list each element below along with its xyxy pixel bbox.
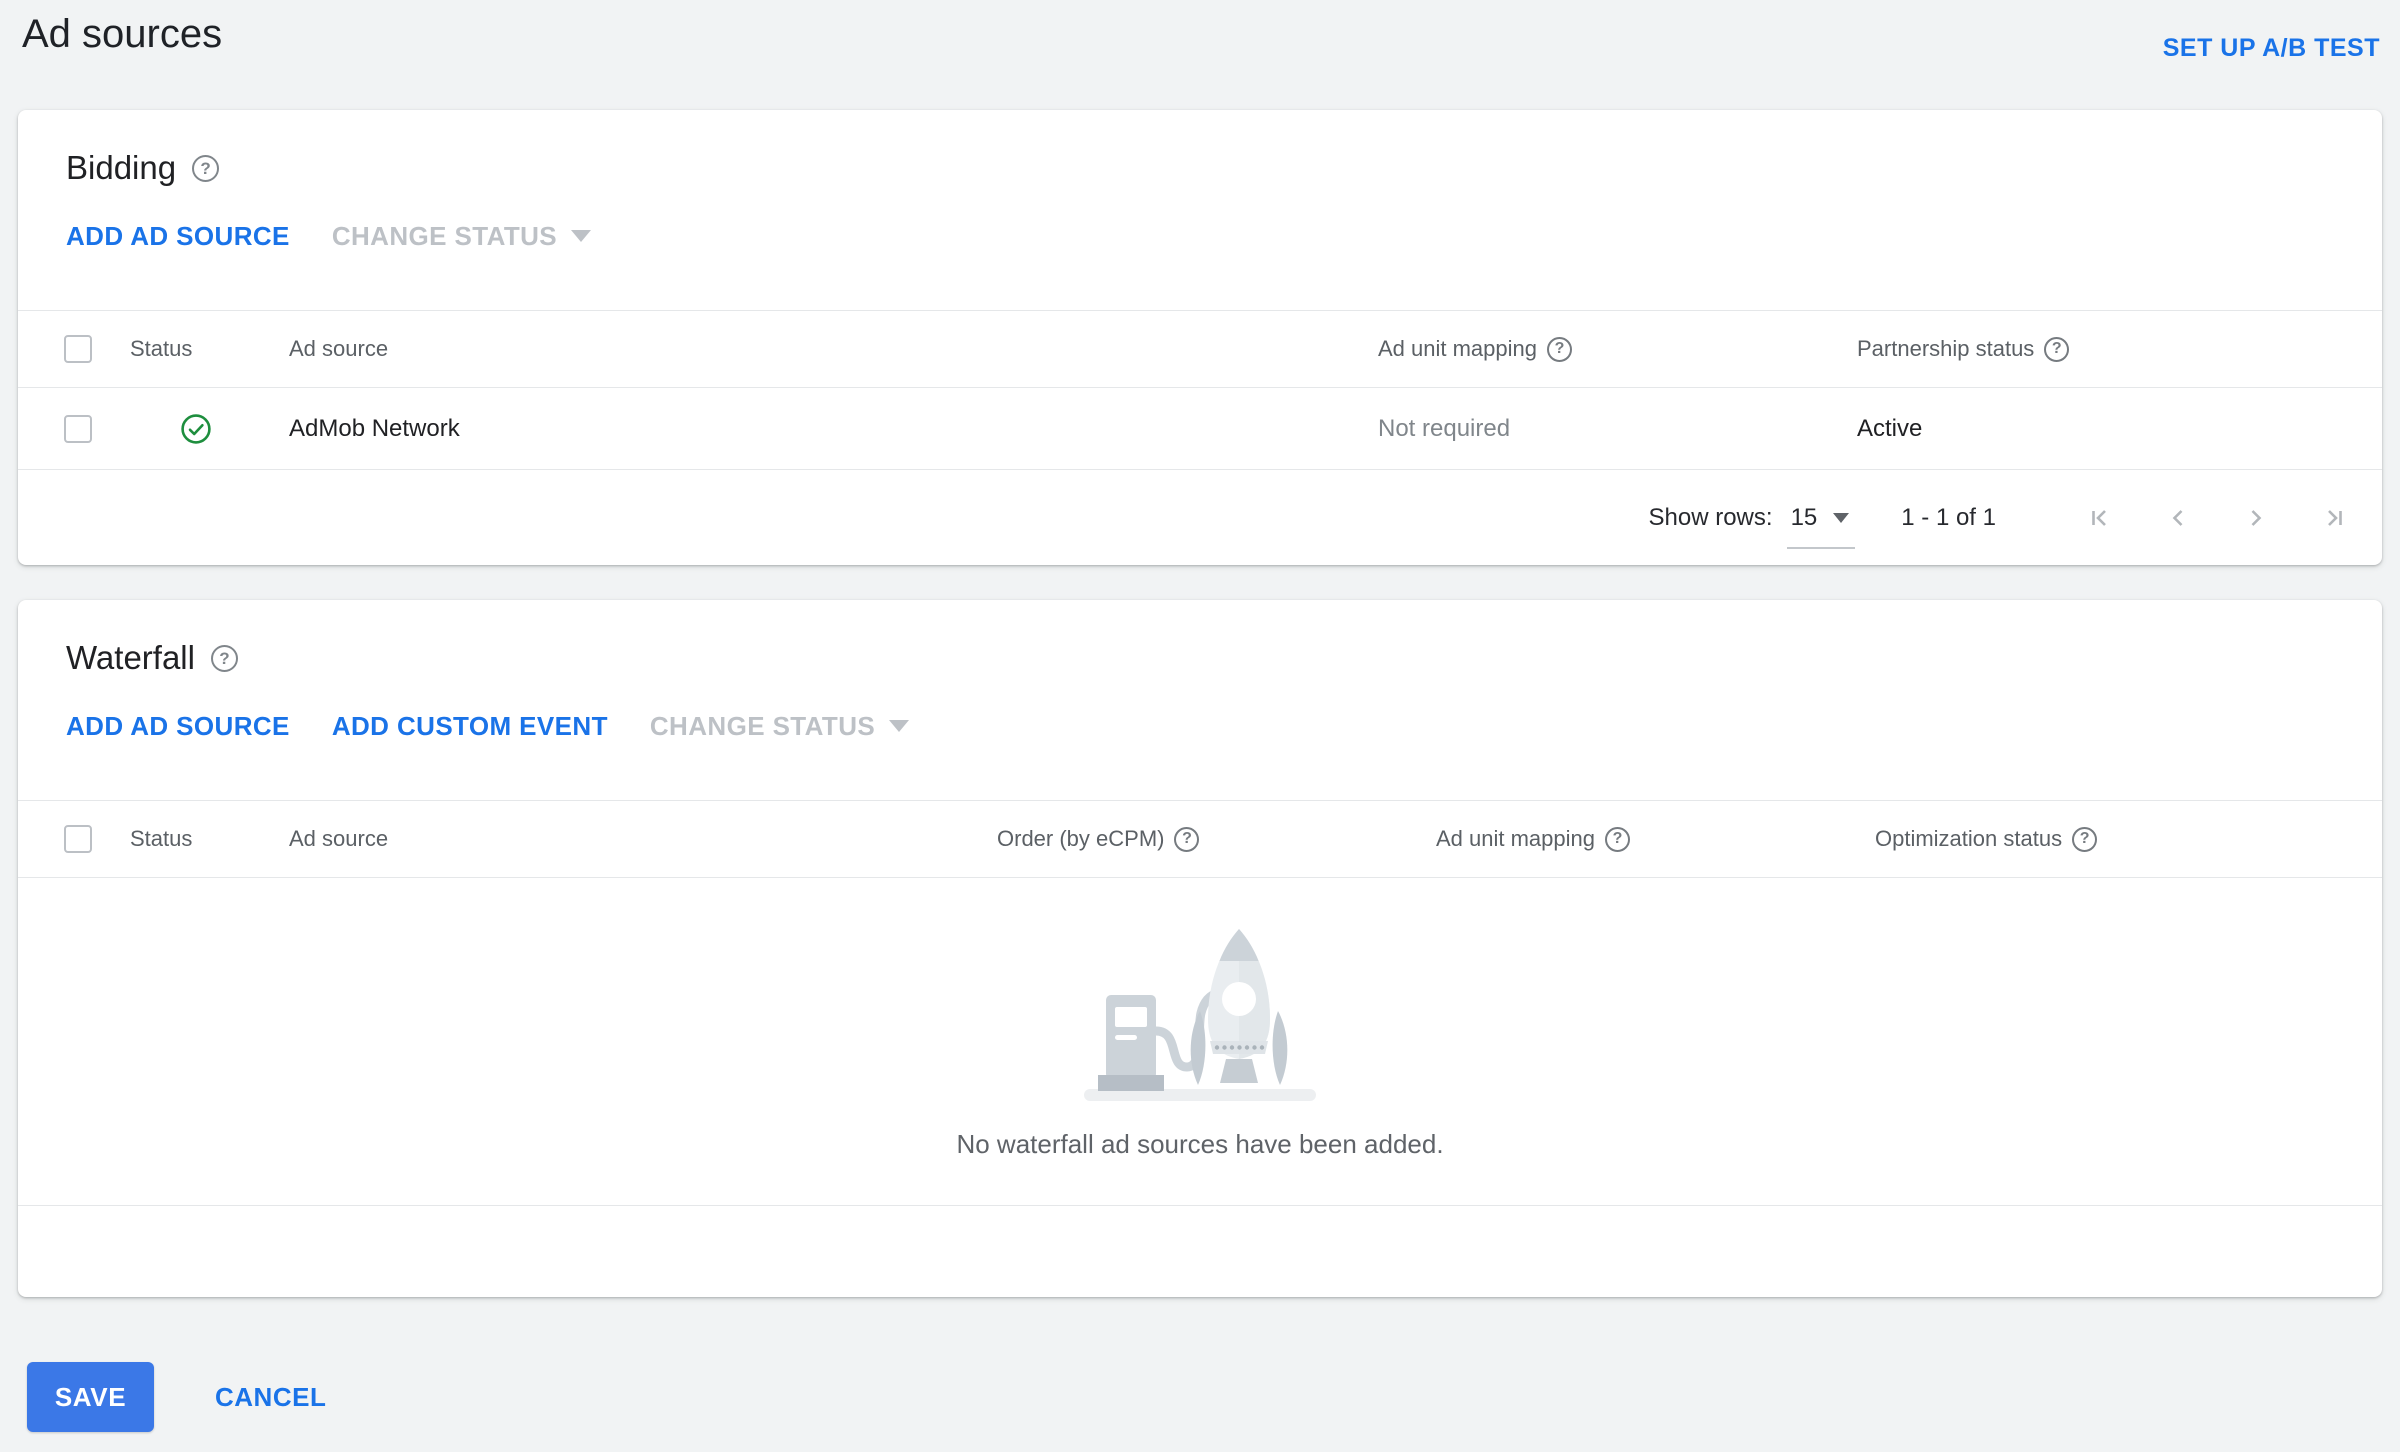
waterfall-col-status: Status <box>130 826 193 851</box>
ad-unit-mapping-help-icon[interactable]: ? <box>1547 336 1572 362</box>
waterfall-change-status-button[interactable]: CHANGE STATUS <box>649 710 910 742</box>
waterfall-title-text: Waterfall <box>66 639 195 676</box>
waterfall-empty-state: No waterfall ad sources have been added. <box>18 878 2382 1206</box>
waterfall-help-icon[interactable]: ? <box>210 644 238 672</box>
rocket-fueling-illustration <box>1084 929 1316 1101</box>
waterfall-col-order-label: Order (by eCPM) <box>997 826 1165 851</box>
waterfall-section-title: Waterfall ? <box>66 636 2334 680</box>
waterfall-col-ad-unit-mapping-label: Ad unit mapping <box>1436 826 1595 851</box>
bidding-col-partnership-status: Partnership status ? <box>1857 336 2382 362</box>
waterfall-card: Waterfall ? ADD AD SOURCE ADD CUSTOM EVE… <box>18 600 2382 1297</box>
bidding-col-ad-unit-mapping-label: Ad unit mapping <box>1378 336 1537 361</box>
optimization-status-help-icon[interactable]: ? <box>2072 826 2098 852</box>
top-bar: Ad sources SET UP A/B TEST <box>0 0 2400 63</box>
waterfall-actions: ADD AD SOURCE ADD CUSTOM EVENT CHANGE ST… <box>66 706 2334 746</box>
bidding-table-header: Status Ad source Ad unit mapping ? Partn… <box>18 310 2382 388</box>
active-check-icon <box>181 413 211 444</box>
table-row: AdMob Network Not required Active <box>18 388 2382 470</box>
waterfall-add-ad-source-button[interactable]: ADD AD SOURCE <box>66 711 290 742</box>
page-title: Ad sources <box>22 12 223 56</box>
waterfall-change-status-label: CHANGE STATUS <box>649 710 876 741</box>
waterfall-col-ad-source: Ad source <box>289 826 389 851</box>
bidding-col-status: Status <box>130 336 193 361</box>
waterfall-footer-space <box>18 1206 2382 1298</box>
bidding-title-text: Bidding <box>66 149 177 186</box>
bidding-col-ad-unit-mapping: Ad unit mapping ? <box>1378 336 1857 362</box>
waterfall-add-custom-event-button[interactable]: ADD CUSTOM EVENT <box>332 711 608 742</box>
bidding-change-status-label: CHANGE STATUS <box>331 220 558 251</box>
rows-per-page-select[interactable]: 15 <box>1786 503 1855 549</box>
bidding-select-all-checkbox[interactable] <box>64 335 92 363</box>
bidding-actions: ADD AD SOURCE CHANGE STATUS <box>66 216 2334 256</box>
row-partnership-status: Active <box>1857 414 1923 442</box>
bidding-col-ad-source: Ad source <box>289 336 389 361</box>
chevron-down-icon <box>571 230 592 242</box>
show-rows-label: Show rows: <box>1648 503 1773 531</box>
rows-per-page-value: 15 <box>1790 503 1818 531</box>
first-page-button[interactable] <box>2076 494 2124 542</box>
bidding-col-partnership-status-label: Partnership status <box>1857 336 2035 361</box>
bidding-help-icon[interactable]: ? <box>192 154 220 182</box>
cancel-button[interactable]: CANCEL <box>215 1382 326 1413</box>
waterfall-table-header: Status Ad source Order (by eCPM) ? Ad un… <box>18 800 2382 878</box>
bidding-card: Bidding ? ADD AD SOURCE CHANGE STATUS St… <box>18 110 2382 565</box>
waterfall-col-order: Order (by eCPM) ? <box>997 826 1436 852</box>
next-page-button[interactable] <box>2232 494 2280 542</box>
chevron-left-icon <box>2172 509 2183 526</box>
chevron-down-icon <box>889 720 910 732</box>
bidding-section-title: Bidding ? <box>66 146 2334 190</box>
waterfall-empty-message: No waterfall ad sources have been added. <box>956 1129 1444 1159</box>
waterfall-select-all-checkbox[interactable] <box>64 825 92 853</box>
waterfall-col-ad-unit-mapping: Ad unit mapping ? <box>1436 826 1875 852</box>
bidding-table: Status Ad source Ad unit mapping ? Partn… <box>18 310 2382 565</box>
previous-page-button[interactable] <box>2154 494 2202 542</box>
admob-network-row-checkbox[interactable] <box>64 414 92 443</box>
footer-bar: SAVE CANCEL <box>0 1362 2400 1432</box>
order-by-ecpm-help-icon[interactable]: ? <box>1174 826 1200 852</box>
waterfall-table: Status Ad source Order (by eCPM) ? Ad un… <box>18 800 2382 1298</box>
pager-icons <box>2076 494 2358 542</box>
last-page-icon <box>2328 509 2342 526</box>
row-ad-source: AdMob Network <box>289 414 460 442</box>
save-button[interactable]: SAVE <box>27 1362 154 1432</box>
pagination-range: 1 - 1 of 1 <box>1901 503 1996 531</box>
set-up-ab-test-link[interactable]: SET UP A/B TEST <box>2163 34 2380 63</box>
row-status-cell <box>130 413 289 445</box>
bidding-pagination: Show rows: 15 1 - 1 of 1 <box>18 470 2382 565</box>
last-page-button[interactable] <box>2310 494 2358 542</box>
waterfall-col-optimization-status: Optimization status ? <box>1875 826 2382 852</box>
partnership-status-help-icon[interactable]: ? <box>2044 336 2070 362</box>
bidding-add-ad-source-button[interactable]: ADD AD SOURCE <box>66 221 290 252</box>
waterfall-col-optimization-status-label: Optimization status <box>1875 826 2063 851</box>
row-ad-unit-mapping: Not required <box>1378 414 1511 442</box>
chevron-right-icon <box>2251 509 2262 526</box>
bidding-change-status-button[interactable]: CHANGE STATUS <box>331 220 592 252</box>
ad-unit-mapping-help-icon[interactable]: ? <box>1605 826 1630 852</box>
first-page-icon <box>2092 509 2106 526</box>
chevron-down-icon <box>1833 512 1850 523</box>
